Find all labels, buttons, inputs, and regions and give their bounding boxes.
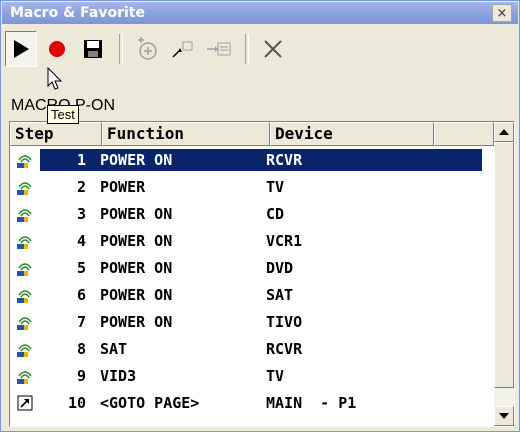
row-cells: 7 POWER ON TIVO <box>40 311 482 333</box>
table-row[interactable]: 2 POWER TV <box>10 173 494 200</box>
macro-step-table: Step Function Device 1 POWER ON RCVR 2 POWER… <box>9 121 515 427</box>
table-body: 1 POWER ON RCVR 2 POWER TV 3 POWER ON CD 4 POWER O… <box>10 146 494 416</box>
function-cell: POWER ON <box>100 312 173 331</box>
function-cell: POWER ON <box>100 150 173 169</box>
table-row[interactable]: 4 POWER ON VCR1 <box>10 227 494 254</box>
scroll-thumb[interactable] <box>494 142 514 388</box>
record-button[interactable] <box>41 31 73 67</box>
function-cell: SAT <box>100 339 128 358</box>
move-icon <box>207 42 231 56</box>
ir-remote-icon <box>10 259 40 277</box>
row-cells: 2 POWER TV <box>40 176 482 198</box>
device-cell: VCR1 <box>266 231 303 250</box>
step-cell: 4 <box>76 231 86 250</box>
ir-remote-icon <box>10 151 40 169</box>
table-row[interactable]: 6 POWER ON SAT <box>10 281 494 308</box>
window-title: Macro & Favorite <box>10 5 145 21</box>
function-cell: POWER ON <box>100 258 173 277</box>
insert-button[interactable] <box>167 31 199 67</box>
device-cell: TV <box>266 177 285 196</box>
ir-remote-icon <box>10 232 40 250</box>
toolbar-separator <box>245 34 249 64</box>
row-cells: 5 POWER ON DVD <box>40 257 482 279</box>
arrow-down-icon <box>499 413 509 419</box>
table-row[interactable]: 8 SAT RCVR <box>10 335 494 362</box>
function-cell: VID3 <box>100 366 137 385</box>
ir-remote-icon <box>10 205 40 223</box>
function-cell: <GOTO PAGE> <box>100 393 200 412</box>
scroll-up-button[interactable] <box>494 122 514 142</box>
device-cell: TIVO <box>266 312 303 331</box>
step-cell: 5 <box>76 258 86 277</box>
table-row[interactable]: 1 POWER ON RCVR <box>10 146 494 173</box>
add-icon <box>138 37 157 60</box>
row-cells: 6 POWER ON SAT <box>40 284 482 306</box>
delete-icon <box>264 40 282 58</box>
test-play-button[interactable] <box>5 31 37 67</box>
function-cell: POWER ON <box>100 204 173 223</box>
mouse-cursor-icon <box>47 67 63 90</box>
ir-remote-icon <box>10 313 40 331</box>
column-header-step[interactable]: Step <box>10 122 102 146</box>
step-cell: 8 <box>76 339 86 358</box>
step-cell: 6 <box>76 285 86 304</box>
save-icon <box>84 40 102 58</box>
function-cell: POWER <box>100 177 146 196</box>
column-header-function[interactable]: Function <box>102 122 270 146</box>
close-icon: × <box>496 5 508 21</box>
step-cell: 10 <box>67 393 86 412</box>
scroll-down-button[interactable] <box>494 406 514 426</box>
title-bar: Macro & Favorite × <box>2 2 518 24</box>
device-cell: RCVR <box>266 150 303 169</box>
row-cells: 1 POWER ON RCVR <box>40 148 482 171</box>
row-cells: 9 VID3 TV <box>40 365 482 387</box>
ir-remote-icon <box>10 286 40 304</box>
table-row[interactable]: 3 POWER ON CD <box>10 200 494 227</box>
device-cell: MAIN - P1 <box>266 393 357 412</box>
device-cell: CD <box>266 204 285 223</box>
device-cell: RCVR <box>266 339 303 358</box>
record-icon <box>49 41 65 57</box>
arrow-up-icon <box>499 129 509 135</box>
row-cells: 8 SAT RCVR <box>40 338 482 360</box>
delete-button[interactable] <box>257 31 289 67</box>
shortcut-icon <box>10 395 40 411</box>
add-step-button[interactable] <box>131 31 163 67</box>
table-header: Step Function Device <box>10 122 494 146</box>
ir-remote-icon <box>10 367 40 385</box>
step-cell: 9 <box>76 366 86 385</box>
function-cell: POWER ON <box>100 285 173 304</box>
move-button[interactable] <box>203 31 235 67</box>
step-cell: 1 <box>76 150 86 169</box>
device-cell: TV <box>266 366 285 385</box>
macro-favorite-window: Macro & Favorite × MACRO P-ON Test Step … <box>0 0 520 432</box>
insert-icon <box>172 41 193 58</box>
device-cell: DVD <box>266 258 294 277</box>
close-button[interactable]: × <box>492 4 512 22</box>
row-cells: 3 POWER ON CD <box>40 203 482 225</box>
step-cell: 3 <box>76 204 86 223</box>
vertical-scrollbar[interactable] <box>494 122 514 426</box>
device-cell: SAT <box>266 285 294 304</box>
step-cell: 7 <box>76 312 86 331</box>
tooltip: Test <box>47 105 79 124</box>
table-row[interactable]: 7 POWER ON TIVO <box>10 308 494 335</box>
table-row[interactable]: 10 <GOTO PAGE> MAIN - P1 <box>10 389 494 416</box>
row-cells: 10 <GOTO PAGE> MAIN - P1 <box>40 392 482 414</box>
column-header-device[interactable]: Device <box>270 122 434 146</box>
table-row[interactable]: 9 VID3 TV <box>10 362 494 389</box>
row-cells: 4 POWER ON VCR1 <box>40 230 482 252</box>
function-cell: POWER ON <box>100 231 173 250</box>
step-cell: 2 <box>76 177 86 196</box>
ir-remote-icon <box>10 178 40 196</box>
play-icon <box>14 40 29 58</box>
toolbar <box>5 29 515 69</box>
ir-remote-icon <box>10 340 40 358</box>
toolbar-separator <box>119 34 123 64</box>
table-row[interactable]: 5 POWER ON DVD <box>10 254 494 281</box>
save-button[interactable] <box>77 31 109 67</box>
column-header-empty <box>434 122 494 146</box>
